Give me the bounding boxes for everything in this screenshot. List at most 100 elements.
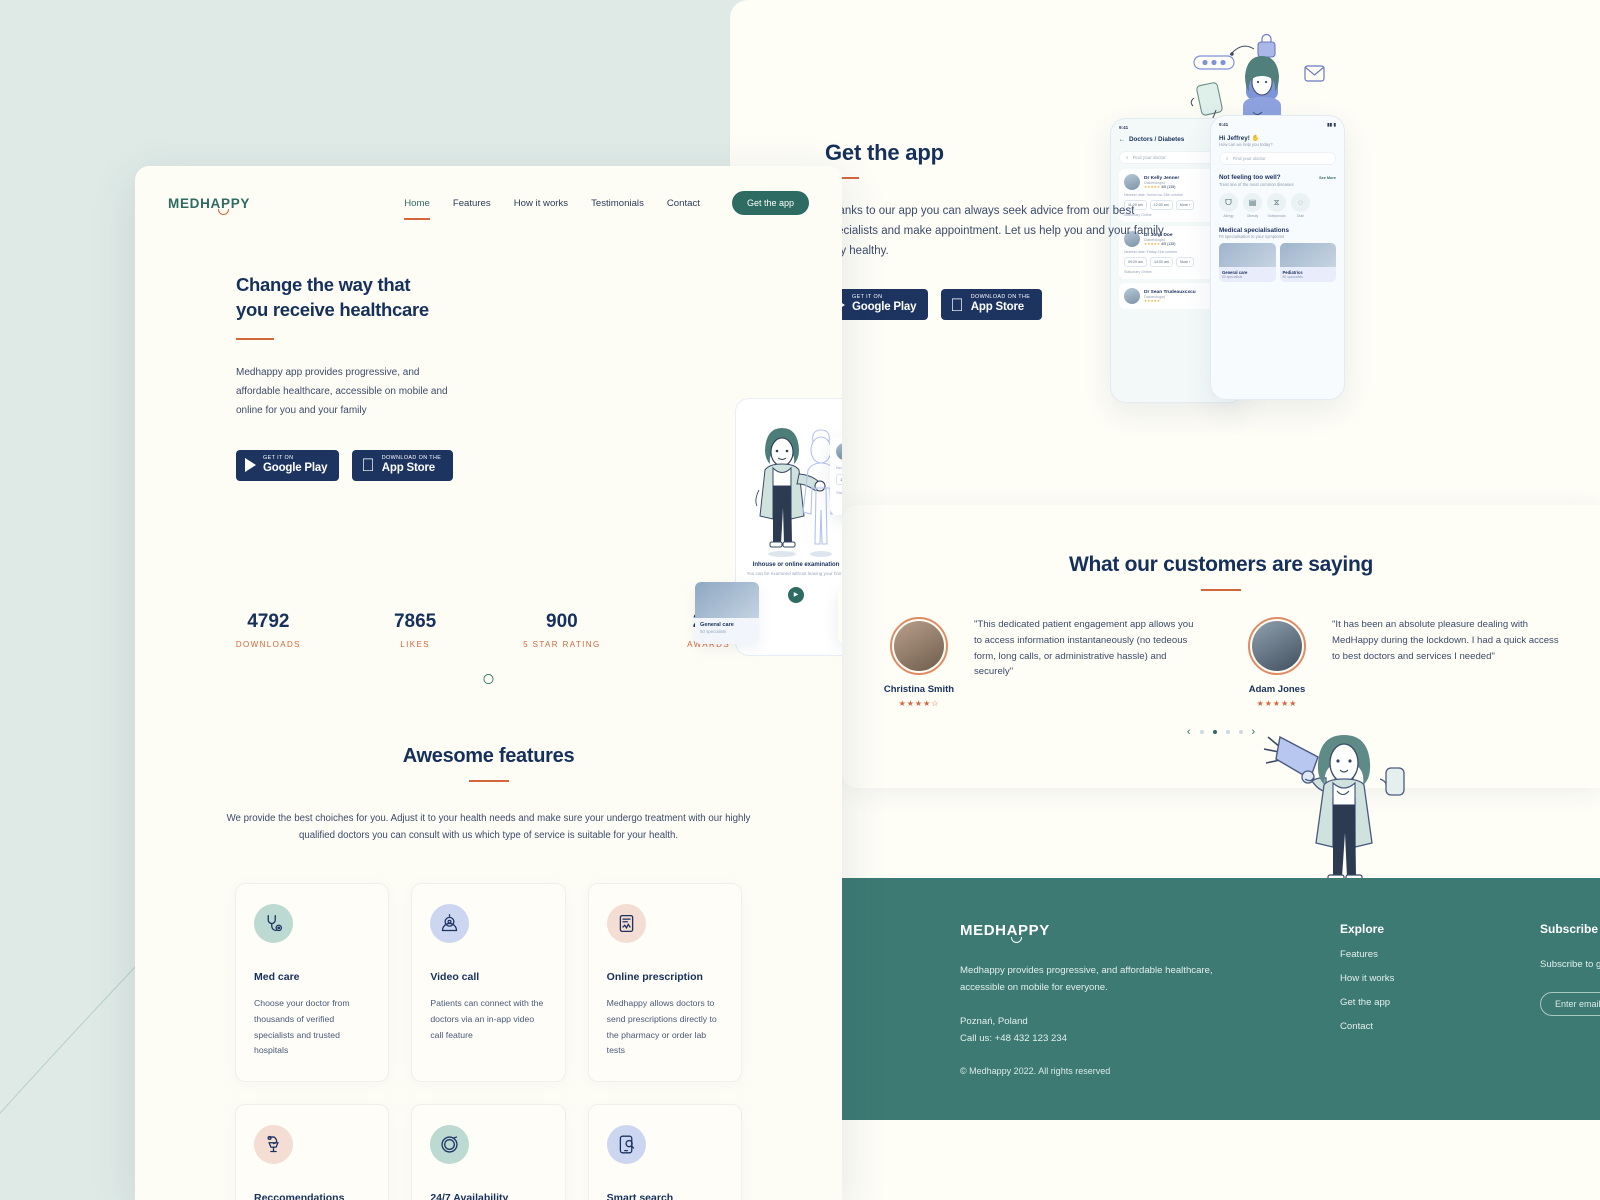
hero-title-line1: Change the way that	[236, 274, 411, 295]
google-play-button[interactable]: GET IT ON Google Play	[236, 449, 340, 481]
testimonial-person: Adam Jones ★★★★★	[1238, 617, 1316, 708]
footer-subscribe-column: Subscribe Subscribe to get the latest ne…	[1540, 922, 1600, 1047]
general-care-sub: 50 specialists	[700, 629, 727, 634]
prescription-icon	[606, 904, 646, 944]
video-camera-icon	[430, 904, 470, 944]
get-the-app-button[interactable]: Get the app	[731, 191, 809, 215]
footer-contact: Poznań, Poland Call us: +48 432 123 234	[960, 1013, 1340, 1048]
app-store-button[interactable]:  Download on the App Store	[352, 449, 454, 481]
nav-item-how-it-works[interactable]: How it works	[514, 198, 568, 209]
nav-item-testimonials[interactable]: Testimonials	[591, 198, 644, 209]
footer-address: Poznań, Poland	[960, 1015, 1028, 1027]
footer-link-features[interactable]: Features	[1340, 949, 1540, 960]
get-the-app-section: Get the app Thanks to our app you can al…	[825, 140, 1245, 320]
testimonial-stars: ★★★★★	[1256, 699, 1298, 708]
general-care-card[interactable]: General care 50 specialists	[695, 582, 759, 644]
feature-card-online-prescription[interactable]: Online prescription Medhappy allows doct…	[587, 883, 742, 1083]
app-store-button[interactable]:  Download on the App Store	[941, 289, 1043, 320]
nearest-date: Nearest date: Friday 21st October	[836, 465, 842, 470]
feature-card-med-care[interactable]: Med care Choose your doctor from thousan…	[235, 883, 390, 1083]
symptom-item[interactable]: ◌ Diab	[1291, 193, 1310, 218]
nose-icon: ᗜ	[1219, 193, 1238, 212]
section-title-symptoms: Not feeling too well?	[1219, 174, 1281, 181]
section-title-specialisations: Medical specialisations	[1219, 227, 1289, 234]
stat-number: 4792	[247, 610, 290, 632]
inhouse-title: Inhouse or online examination	[752, 562, 840, 568]
feature-card-24-7-availability[interactable]: 24/7 Availability As a Medhappy member, …	[411, 1104, 566, 1200]
carousel-dot[interactable]	[1238, 730, 1243, 734]
play-button-icon[interactable]: ▶	[788, 586, 804, 603]
feature-title: Smart search	[606, 1192, 674, 1200]
symptom-row: ᗜ Allergy ▤ Obesity ⧖ Osteporosis ◌ Diab	[1219, 193, 1336, 218]
phone-status-bar: 9:41 ▮▮ ▮	[1211, 116, 1344, 130]
symptom-label: Osteporosis	[1267, 214, 1286, 218]
feature-title: Online prescription	[606, 971, 703, 984]
feature-title: Reccomendations	[254, 1192, 345, 1200]
get-the-app-title: Get the app	[825, 140, 944, 165]
search-placeholder: Find your doctor	[1232, 156, 1266, 161]
stat-number: 900	[546, 610, 578, 632]
stat-label: LIKES	[400, 639, 430, 649]
hero-doctor-card: Dr Kelly Jenner Diabetologist ★★★★★ 4/5 …	[830, 437, 842, 515]
mode-stationary: Stationary	[836, 490, 842, 495]
hero-visual: Dr Kelly Jenner Diabetologist ★★★★★ 4/5 …	[690, 394, 842, 659]
store-buttons-row: GET IT ON Google Play  Download on the …	[236, 449, 458, 481]
visit-modes: Stationary Online	[836, 490, 842, 495]
feature-card-reccomendations[interactable]: Reccomendations Schedule consultation wi…	[235, 1104, 390, 1200]
testimonial-person: Christina Smith ★★★★☆	[880, 617, 958, 708]
footer-link-how-it-works[interactable]: How it works	[1340, 973, 1540, 984]
email-subscribe-field[interactable]: Enter email adress ➤	[1540, 992, 1600, 1016]
hero-title-line2: you receive healthcare	[236, 298, 429, 320]
feature-card-smart-search[interactable]: Smart search Patients can run down a sma…	[587, 1104, 742, 1200]
footer-logo: MEDHAPPY	[960, 922, 1050, 943]
footer-link-get-the-app[interactable]: Get the app	[1340, 997, 1540, 1008]
footer-explore-column: Explore Features How it works Get the ap…	[1340, 922, 1540, 1047]
bowl-of-hygieia-icon	[254, 1125, 293, 1165]
nav-item-features[interactable]: Features	[453, 198, 491, 209]
phone-mockup-home: 9:41 ▮▮ ▮ Hi Jeffrey! ✋ How can we help …	[1210, 115, 1345, 400]
testimonials-row: Christina Smith ★★★★☆ "This dedicated pa…	[842, 591, 1600, 708]
clock-247-icon	[430, 1125, 470, 1165]
specialisation-image	[1219, 243, 1276, 267]
feature-card-video-call[interactable]: Video call Patients can connect with the…	[411, 883, 566, 1083]
phone-search-field[interactable]: ⌕ Find your doctor	[1219, 152, 1336, 165]
title-underline	[236, 337, 274, 340]
features-intro: We provide the best choiches for you. Ad…	[226, 812, 751, 842]
feature-title: Video call	[430, 971, 480, 984]
stat-number: 7865	[393, 610, 437, 632]
testimonial-quote: "This dedicated patient engagement app a…	[974, 619, 1194, 678]
footer-link-contact[interactable]: Contact	[1340, 1021, 1540, 1032]
nav-item-contact[interactable]: Contact	[667, 198, 700, 209]
see-more-link[interactable]: See More	[1319, 176, 1336, 180]
site-logo[interactable]: MEDHAPPY	[168, 196, 250, 215]
features-grid: Med care Choose your doctor from thousan…	[135, 845, 842, 1200]
doctor-megaphone-illustration	[1263, 735, 1405, 882]
footer-copyright: © Medhappy 2022. All rights reserved	[960, 1066, 1111, 1076]
time-slot[interactable]: 11:20 am	[836, 474, 842, 485]
inhouse-subtitle: You can be examined without leaving your…	[746, 571, 842, 576]
right-page-panel: 9:41 ▮▮ ▮ ← Doctors / Diabetes ⌕ Find yo…	[730, 0, 1600, 1200]
stat-downloads: 4792 DOWNLOADS	[195, 611, 342, 649]
specialisation-card[interactable]: Pediatrics 80 specialists	[1279, 243, 1336, 282]
google-play-icon	[245, 458, 256, 473]
top-navigation-bar: MEDHAPPY Home Features How it works Test…	[135, 166, 842, 220]
testimonial-item: Christina Smith ★★★★☆ "This dedicated pa…	[880, 617, 1204, 708]
smile-icon	[1011, 937, 1023, 943]
status-time: 9:41	[1219, 122, 1229, 127]
get-the-app-body: Thanks to our app you can always seek ad…	[825, 205, 1164, 258]
carousel-prev-button[interactable]: ‹	[1187, 726, 1191, 738]
testimonials-title: What our customers are saying	[1068, 553, 1374, 576]
scroll-indicator[interactable]: 〇	[135, 671, 842, 687]
feature-title: 24/7 Availability	[430, 1192, 509, 1200]
nav-item-home[interactable]: Home	[404, 198, 430, 220]
carousel-dot[interactable]	[1225, 730, 1230, 734]
symptom-item[interactable]: ▤ Obesity	[1243, 193, 1262, 218]
carousel-dot-active[interactable]	[1212, 730, 1217, 734]
doctor-patient-illustration	[755, 428, 840, 557]
symptom-item[interactable]: ᗜ Allergy	[1219, 193, 1238, 218]
specialisation-card[interactable]: General care 50 specialists	[1219, 243, 1276, 282]
carousel-dot[interactable]	[1199, 730, 1204, 734]
specialisation-title: General care	[1222, 270, 1248, 275]
stethoscope-icon	[254, 904, 293, 944]
symptom-item[interactable]: ⧖ Osteporosis	[1267, 193, 1286, 218]
